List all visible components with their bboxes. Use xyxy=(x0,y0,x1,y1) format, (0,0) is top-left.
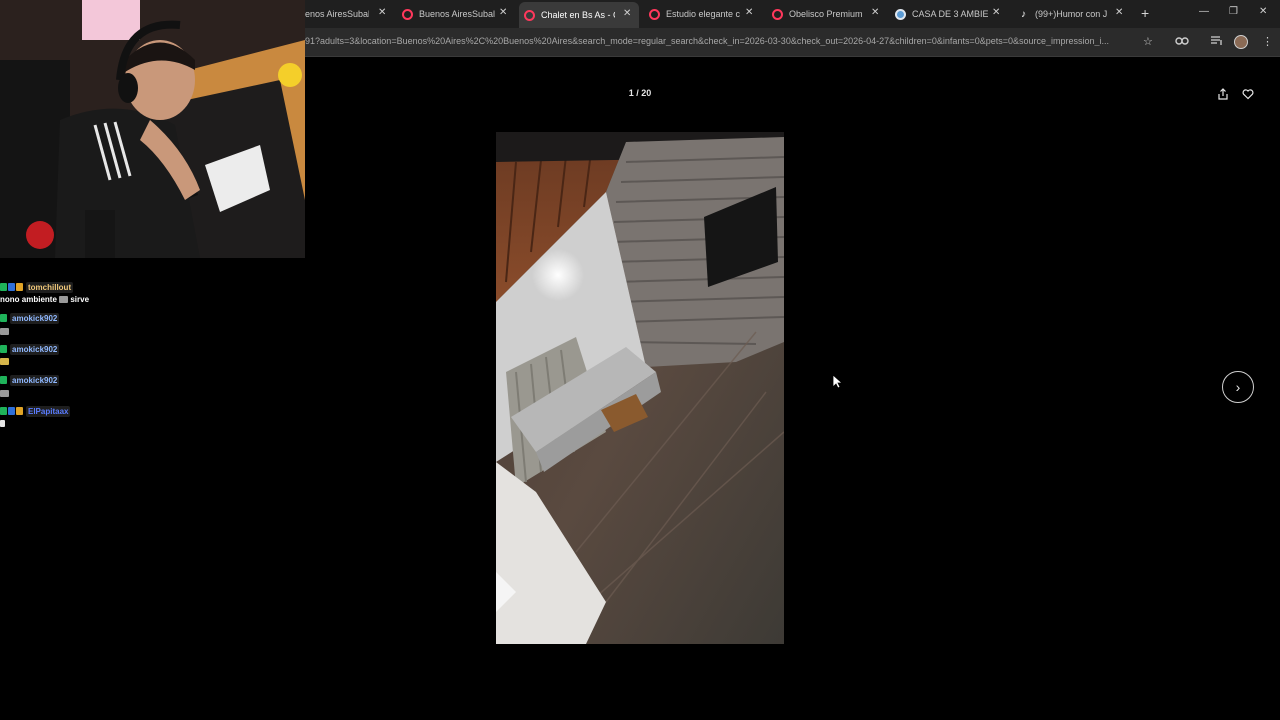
restore-icon[interactable]: ❐ xyxy=(1229,6,1238,17)
subscriber-badge-icon xyxy=(0,345,7,353)
chevron-right-icon: › xyxy=(1235,379,1241,395)
browser-tab-strip: enos AiresSubalqu ✕ Buenos AiresSubalqu … xyxy=(305,0,1280,28)
subscriber-badge-icon xyxy=(0,407,7,415)
moderator-badge-icon xyxy=(8,407,15,415)
close-icon[interactable]: ✕ xyxy=(871,7,879,18)
tab-title: Chalet en Bs As - Ca xyxy=(541,10,615,20)
profile-avatar[interactable] xyxy=(1234,35,1248,49)
media-control-icon[interactable] xyxy=(1211,36,1223,49)
chat-text-after: sirve xyxy=(70,295,90,304)
living-room-photo xyxy=(496,132,784,644)
next-photo-button[interactable]: › xyxy=(1222,371,1254,403)
chat-username[interactable]: tomchillout xyxy=(26,281,74,293)
chat-username[interactable]: amokick902 xyxy=(10,343,60,355)
chat-message: amokick902 xyxy=(0,343,60,355)
webcam-overlay xyxy=(0,0,305,258)
close-icon[interactable]: ✕ xyxy=(378,7,386,18)
tab-title: Obelisco Premium: A xyxy=(789,9,863,19)
vip-badge-icon xyxy=(16,283,23,291)
listing-photo[interactable] xyxy=(496,132,784,644)
tab-title: Buenos AiresSubalqu xyxy=(419,9,495,19)
extension-icon[interactable] xyxy=(1175,36,1189,49)
browser-toolbar: 91?adults=3&location=Buenos%20Aires%2C%2… xyxy=(305,28,1280,57)
close-icon[interactable]: ✕ xyxy=(499,7,507,18)
vip-badge-icon xyxy=(16,407,23,415)
chat-message: amokick902 xyxy=(0,374,60,386)
emote-icon xyxy=(0,420,5,428)
chat-username[interactable]: amokick902 xyxy=(10,312,60,324)
emote-icon xyxy=(59,296,69,304)
chat-text: nono ambiente xyxy=(0,295,57,304)
close-icon[interactable]: ✕ xyxy=(623,8,631,19)
close-icon[interactable]: ✕ xyxy=(1115,7,1123,18)
subscriber-badge-icon xyxy=(0,376,7,384)
stream-chat: tomchillout nono ambiente sirve amokick9… xyxy=(0,258,300,458)
browser-tab-active[interactable]: Chalet en Bs As - Ca ✕ xyxy=(519,2,639,28)
chat-message-text xyxy=(0,389,9,399)
new-tab-button[interactable]: + xyxy=(1141,5,1149,21)
minimize-icon[interactable]: — xyxy=(1199,6,1209,17)
chat-message: ElPapitaax xyxy=(0,405,71,417)
tab-title: CASA DE 3 AMBIENT xyxy=(912,9,988,19)
close-icon[interactable]: ✕ xyxy=(745,7,753,18)
chat-message: tomchillout xyxy=(0,281,74,293)
close-window-icon[interactable]: ✕ xyxy=(1259,6,1267,17)
mouse-cursor-icon xyxy=(832,374,844,394)
emote-icon xyxy=(0,328,9,336)
browser-tab[interactable]: enos AiresSubalqu ✕ xyxy=(305,4,391,24)
tab-title: Estudio elegante con xyxy=(666,9,740,19)
address-bar-url[interactable]: 91?adults=3&location=Buenos%20Aires%2C%2… xyxy=(305,36,1135,46)
webcam-feed xyxy=(0,0,305,258)
browser-tab[interactable]: Estudio elegante con ✕ xyxy=(649,4,761,24)
chat-message-text xyxy=(0,357,9,367)
kebab-menu-icon[interactable]: ⋮ xyxy=(1262,36,1273,48)
airbnb-icon xyxy=(772,8,783,20)
bookmark-star-icon[interactable]: ☆ xyxy=(1143,36,1153,48)
tab-title: (99+)Humor con Jac xyxy=(1035,9,1107,19)
browser-tab[interactable]: Buenos AiresSubalqu ✕ xyxy=(402,4,514,24)
tiktok-icon: ♪ xyxy=(1021,8,1026,20)
subscriber-badge-icon xyxy=(0,283,7,291)
emote-icon xyxy=(0,390,9,398)
subscriber-badge-icon xyxy=(0,314,7,322)
wordpress-icon xyxy=(895,8,906,20)
airbnb-icon xyxy=(649,8,660,20)
heart-icon[interactable] xyxy=(1242,87,1254,100)
share-icon[interactable] xyxy=(1217,87,1229,100)
photo-counter: 1 / 20 xyxy=(628,88,652,98)
close-icon[interactable]: ✕ xyxy=(992,7,1000,18)
browser-tab[interactable]: ♪ (99+)Humor con Jac ✕ xyxy=(1018,4,1130,24)
moderator-badge-icon xyxy=(8,283,15,291)
chat-message-text: nono ambiente sirve xyxy=(0,295,89,305)
chat-username[interactable]: ElPapitaax xyxy=(26,405,71,417)
browser-tab[interactable]: Obelisco Premium: A ✕ xyxy=(772,4,884,24)
chat-message: amokick902 xyxy=(0,312,60,324)
tab-title: enos AiresSubalqu xyxy=(305,9,369,19)
airbnb-icon xyxy=(402,8,413,20)
browser-tab[interactable]: CASA DE 3 AMBIENT ✕ xyxy=(895,4,1007,24)
emote-icon xyxy=(0,358,9,366)
chat-message-text xyxy=(0,419,5,429)
chat-message-text xyxy=(0,327,9,337)
chat-username[interactable]: amokick902 xyxy=(10,374,60,386)
airbnb-icon xyxy=(524,9,535,21)
